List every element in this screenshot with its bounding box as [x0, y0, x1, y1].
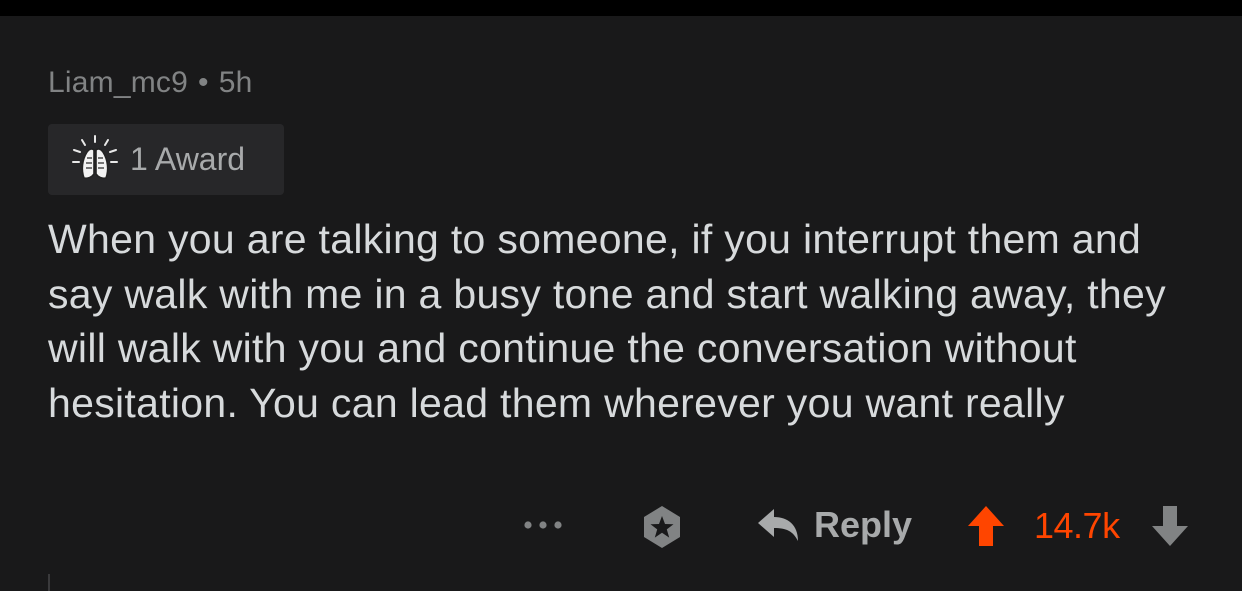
downvote-arrow-icon[interactable]	[1150, 504, 1190, 548]
award-count: 1 Award	[130, 141, 246, 177]
meta-separator: •	[197, 66, 209, 99]
praying-hands-award-icon	[72, 135, 118, 180]
vote-score: 14.7k	[1034, 505, 1120, 546]
upvote-arrow-icon[interactable]	[966, 504, 1006, 548]
comment: Liam_mc9 • 5h 1 Award When you are talki…	[0, 16, 1242, 591]
comment-meta: Liam_mc9 • 5h	[48, 66, 252, 100]
reply-arrow-icon	[758, 509, 798, 541]
author-name[interactable]: Liam_mc9	[48, 66, 188, 99]
status-bar-strip	[0, 0, 1242, 16]
award-star-icon[interactable]	[638, 503, 686, 551]
ellipsis-icon[interactable]	[523, 520, 563, 530]
reply-label: Reply	[814, 504, 913, 545]
comment-actions: Reply 14.7k	[0, 500, 1242, 550]
award-badge[interactable]: 1 Award	[48, 124, 284, 195]
comment-body: When you are talking to someone, if you …	[48, 216, 1166, 426]
reply-button[interactable]: Reply	[756, 500, 912, 550]
comment-age: 5h	[218, 66, 253, 99]
thread-line[interactable]	[48, 574, 50, 591]
